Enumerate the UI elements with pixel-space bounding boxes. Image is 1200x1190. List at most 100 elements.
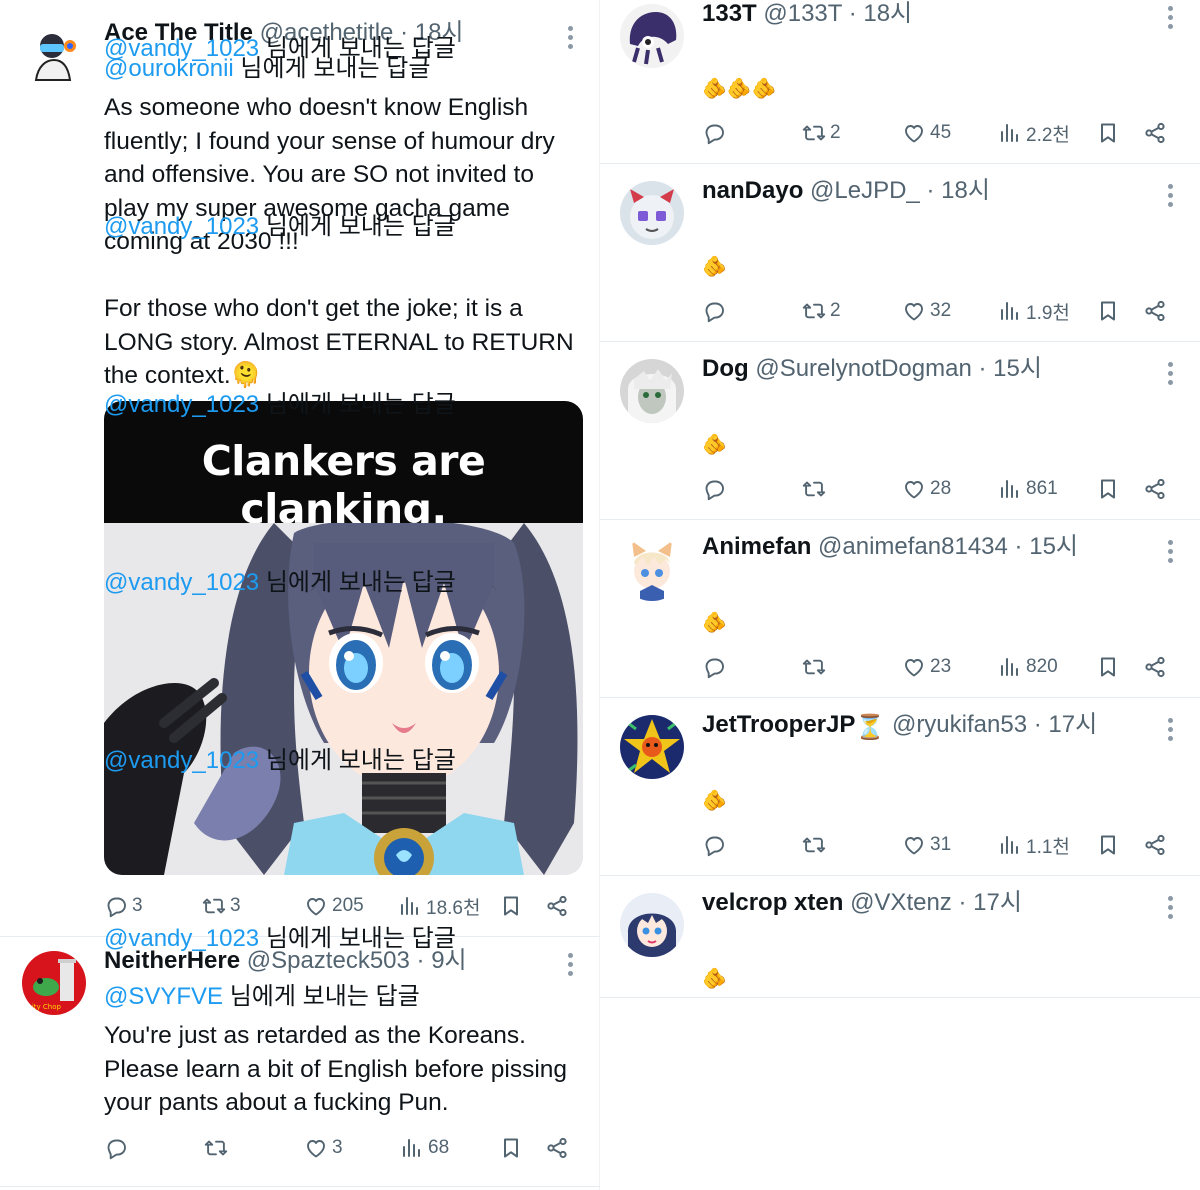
bookmark-button[interactable]: [1096, 117, 1120, 149]
reply-button[interactable]: [702, 473, 730, 505]
reply-mention-link[interactable]: @vandy_1023: [104, 391, 259, 418]
more-icon[interactable]: [1168, 184, 1174, 208]
retweet-button[interactable]: [802, 473, 830, 505]
avatar[interactable]: [620, 4, 684, 68]
reply-mention-link[interactable]: @vandy_1023: [104, 213, 259, 240]
avatar[interactable]: [620, 537, 684, 601]
avatar[interactable]: [620, 893, 684, 957]
more-icon[interactable]: [1168, 540, 1174, 564]
share-button[interactable]: [545, 1132, 569, 1164]
more-icon[interactable]: [1168, 896, 1174, 920]
more-icon[interactable]: [1168, 6, 1174, 30]
timestamp[interactable]: 17시: [1048, 711, 1097, 738]
bookmark-button[interactable]: [1096, 473, 1120, 505]
retweet-icon: [802, 833, 826, 857]
user-handle[interactable]: @SurelynotDogman: [755, 355, 971, 382]
bookmark-button[interactable]: [1096, 295, 1120, 327]
reply-button[interactable]: [702, 295, 730, 327]
tweet[interactable]: velcrop xten @VXtenz · 17시: [600, 876, 1200, 998]
views-button[interactable]: 68: [400, 1132, 449, 1164]
share-button[interactable]: [1143, 473, 1167, 505]
like-button[interactable]: 32: [902, 295, 951, 327]
retweet-icon: [802, 121, 826, 145]
avatar[interactable]: [22, 24, 86, 88]
reply-button[interactable]: [702, 651, 730, 683]
user-handle[interactable]: @LeJPD_: [810, 177, 920, 204]
like-button[interactable]: 28: [902, 473, 951, 505]
tweet[interactable]: city Chop NeitherHere @Spazteck503 · 9시 …: [0, 937, 600, 1187]
bookmark-button[interactable]: [499, 890, 523, 922]
like-button[interactable]: 23: [902, 651, 951, 683]
avatar[interactable]: city Chop: [22, 951, 86, 1015]
reply-context: @vandy_1023 님에게 보내는 답글: [104, 390, 456, 420]
bookmark-button[interactable]: [1096, 829, 1120, 861]
like-count: 28: [930, 478, 952, 499]
display-name[interactable]: Animefan: [702, 533, 811, 560]
views-button[interactable]: 2.2천: [998, 117, 1070, 149]
reply-button[interactable]: [104, 1132, 132, 1164]
reply-icon: [702, 833, 726, 857]
reply-icon: [104, 1136, 128, 1160]
reply-button[interactable]: [702, 117, 730, 149]
retweet-button[interactable]: [802, 829, 830, 861]
separator-dot: ·: [978, 355, 987, 382]
like-button[interactable]: 45: [902, 117, 951, 149]
like-button[interactable]: 205: [304, 890, 364, 922]
display-name[interactable]: JetTrooperJP: [702, 711, 855, 738]
views-button[interactable]: 18.6천: [398, 890, 480, 922]
reply-mention-link[interactable]: @vandy_1023: [104, 35, 259, 62]
bookmark-icon: [1096, 655, 1120, 679]
display-name[interactable]: velcrop xten: [702, 889, 843, 916]
reply-suffix: 님에게 보내는 답글: [259, 569, 456, 596]
timestamp[interactable]: 18시: [941, 177, 990, 204]
user-handle[interactable]: @133T: [763, 0, 842, 27]
user-handle[interactable]: @ryukifan53: [892, 711, 1027, 738]
retweet-button[interactable]: 3: [202, 890, 241, 922]
reply-mention-link[interactable]: @vandy_1023: [104, 925, 259, 952]
avatar[interactable]: [620, 715, 684, 779]
views-button[interactable]: 1.9천: [998, 295, 1070, 327]
bookmark-icon: [499, 894, 523, 918]
timestamp[interactable]: 15시: [1029, 533, 1078, 560]
more-icon[interactable]: [568, 26, 574, 50]
more-icon[interactable]: [1168, 362, 1174, 386]
retweet-button[interactable]: [204, 1132, 232, 1164]
timestamp[interactable]: 18시: [863, 0, 912, 27]
retweet-icon: [202, 894, 226, 918]
avatar[interactable]: [620, 181, 684, 245]
bookmark-button[interactable]: [1096, 651, 1120, 683]
timestamp[interactable]: 17시: [973, 889, 1022, 916]
bookmark-button[interactable]: [499, 1132, 523, 1164]
share-button[interactable]: [1143, 651, 1167, 683]
display-name[interactable]: 133T: [702, 0, 757, 27]
retweet-button[interactable]: 2: [802, 295, 841, 327]
reply-button[interactable]: 3: [104, 890, 143, 922]
share-button[interactable]: [545, 890, 569, 922]
like-button[interactable]: 31: [902, 829, 951, 861]
avatar[interactable]: [620, 359, 684, 423]
share-button[interactable]: [1143, 295, 1167, 327]
like-button[interactable]: 3: [304, 1132, 343, 1164]
retweet-button[interactable]: [802, 651, 830, 683]
more-icon[interactable]: [568, 953, 574, 977]
tweet[interactable]: Ace The Title @acethetitle · 18시 @ourokr…: [0, 0, 600, 937]
view-count: 2.2천: [1026, 124, 1070, 146]
reply-mention-link[interactable]: @vandy_1023: [104, 747, 259, 774]
display-name[interactable]: nanDayo: [702, 177, 803, 204]
display-name[interactable]: Dog: [702, 355, 749, 382]
share-button[interactable]: [1143, 117, 1167, 149]
reply-mention-link[interactable]: @SVYFVE: [104, 983, 223, 1010]
views-button[interactable]: 861: [998, 473, 1058, 505]
more-icon[interactable]: [1168, 718, 1174, 742]
tweet-media-image[interactable]: Clankers are clanking.: [104, 401, 583, 875]
reply-icon: [702, 299, 726, 323]
timestamp[interactable]: 15시: [993, 355, 1042, 382]
share-button[interactable]: [1143, 829, 1167, 861]
views-button[interactable]: 820: [998, 651, 1058, 683]
user-handle[interactable]: @VXtenz: [850, 889, 952, 916]
user-handle[interactable]: @animefan81434: [818, 533, 1008, 560]
reply-button[interactable]: [702, 829, 730, 861]
retweet-button[interactable]: 2: [802, 117, 841, 149]
views-button[interactable]: 1.1천: [998, 829, 1070, 861]
reply-mention-link[interactable]: @vandy_1023: [104, 569, 259, 596]
